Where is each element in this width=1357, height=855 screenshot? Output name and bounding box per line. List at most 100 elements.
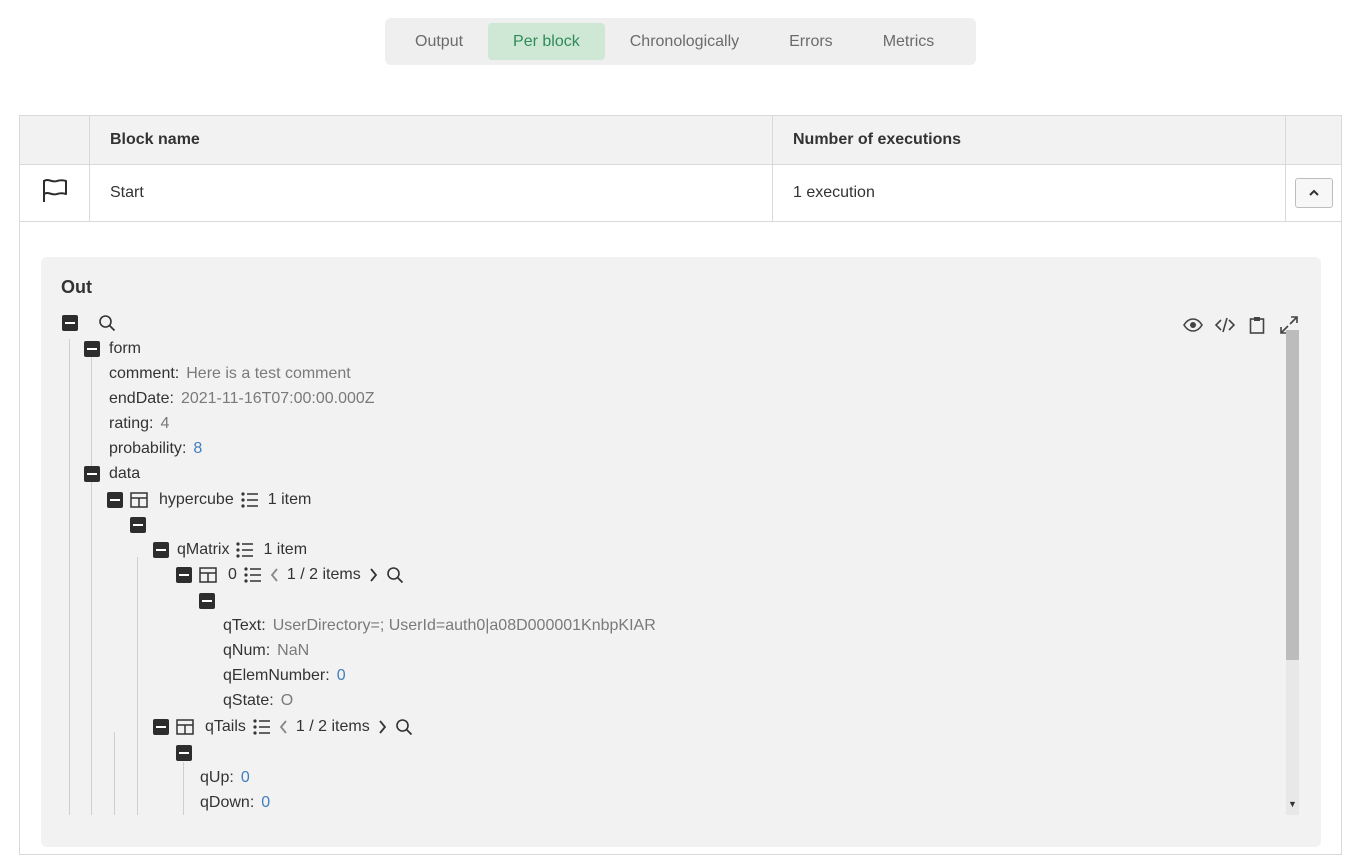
entry-key: probability [109,440,182,457]
list-icon[interactable] [244,567,262,583]
pager-label: 1 / 2 items [286,566,361,583]
tree-node-hypercube-0 [130,515,146,535]
row-executions: 1 execution [773,165,1286,221]
table-icon[interactable] [176,719,194,735]
chevron-up-icon [1308,184,1319,202]
entry-key: qState [223,692,270,709]
tree-node-data: data [84,464,140,484]
tree-entry-qdown: qDown: 0 [200,794,271,811]
list-icon[interactable] [253,719,271,735]
collapse-toggle-qtails[interactable] [153,719,169,735]
output-panel: Out form comment: Here is a test commen… [41,257,1321,847]
table-icon[interactable] [199,567,217,583]
tree-entry-comment: comment: Here is a test comment [109,365,351,382]
list-icon[interactable] [236,542,254,558]
tree-entry-qnum: qNum: NaN [223,642,310,659]
json-tree: form comment: Here is a test comment end… [41,257,1281,815]
tree-node-qmatrix-0-0 [199,591,215,611]
collapse-toggle-qmatrix-0-0[interactable] [199,593,215,609]
tree-node-hypercube: hypercube 1 item [107,490,311,510]
tree-entry-probability: probability: 8 [109,440,203,457]
entry-value: 8 [193,440,203,457]
entry-value: 0 [336,667,346,684]
tab-per-block[interactable]: Per block [488,23,605,60]
tree-node-qtails-0 [176,743,192,763]
chevron-right-icon[interactable] [378,720,387,734]
tree-node-form: form [84,339,141,359]
entry-key: qElemNumber [223,667,326,684]
header-executions: Number of executions [773,116,1286,164]
scrollbar-thumb[interactable] [1286,330,1299,660]
collapse-row-button[interactable] [1294,178,1333,208]
tree-entry-enddate: endDate: 2021-11-16T07:00:00.000Z [109,390,375,407]
entry-key: rating [109,415,150,432]
tree-entry-qtext: qText: UserDirectory=; UserId=auth0|a08D… [223,617,656,634]
entry-value: 4 [160,415,170,432]
tab-errors[interactable]: Errors [764,23,858,60]
tree-entry-rating: rating: 4 [109,415,170,432]
item-count: 1 item [267,491,312,508]
entry-key: qDown [200,794,250,811]
chevron-left-icon[interactable] [270,568,279,582]
row-detail: Out form comment: Here is a test commen… [20,222,1341,854]
tab-output[interactable]: Output [390,23,488,60]
tree-scrollbar[interactable] [1286,330,1299,815]
entry-value: 0 [240,769,250,786]
entry-value: NaN [277,642,310,659]
node-label: qTails [205,718,246,735]
tree-entry-qup: qUp: 0 [200,769,250,786]
node-label: form [109,340,141,357]
entry-key: qText [223,617,262,634]
scroll-down-arrow-icon[interactable]: ▼ [1288,799,1297,809]
node-label: data [109,465,141,482]
entry-value: 0 [261,794,271,811]
tab-metrics[interactable]: Metrics [858,23,960,60]
search-icon[interactable] [98,314,116,332]
search-icon[interactable] [386,566,404,584]
tree-node-qmatrix-0: 0 1 / 2 items [176,565,404,585]
collapse-toggle-qmatrix-0[interactable] [176,567,192,583]
entry-value: UserDirectory=; UserId=auth0|a08D000001K… [272,617,656,634]
collapse-toggle-qmatrix[interactable] [153,542,169,558]
flag-icon [41,177,69,210]
header-block-name: Block name [90,116,773,164]
row-icon-cell [20,165,90,221]
tree-node-qmatrix: qMatrix 1 item [153,540,307,560]
table-row[interactable]: Start 1 execution [20,165,1341,222]
chevron-left-icon[interactable] [279,720,288,734]
root-node [62,313,116,333]
node-label: hypercube [159,491,234,508]
header-action-cell [1286,116,1341,164]
collapse-toggle-root[interactable] [62,315,78,331]
collapse-toggle-hypercube[interactable] [107,492,123,508]
entry-key: qNum [223,642,266,659]
collapse-toggle-hypercube-item[interactable] [130,517,146,533]
row-action-cell [1286,165,1341,221]
entry-key: endDate [109,390,170,407]
tree-node-qtails: qTails 1 / 2 items [153,717,413,737]
entry-value: 2021-11-16T07:00:00.000Z [180,390,375,407]
chevron-right-icon[interactable] [369,568,378,582]
item-count: 1 item [263,541,308,558]
collapse-toggle-data[interactable] [84,466,100,482]
row-block-name: Start [90,165,773,221]
collapse-toggle-form[interactable] [84,341,100,357]
node-label: 0 [228,566,237,583]
entry-value: O [280,692,294,709]
entry-value: Here is a test comment [186,365,351,382]
tab-chronologically[interactable]: Chronologically [605,23,764,60]
blocks-table: Block name Number of executions Start 1 … [19,115,1342,855]
search-icon[interactable] [395,718,413,736]
node-label: qMatrix [177,541,230,558]
pager-label: 1 / 2 items [295,718,370,735]
collapse-toggle-qtails-0[interactable] [176,745,192,761]
view-tabs: Output Per block Chronologically Errors … [385,18,976,65]
table-icon[interactable] [130,492,148,508]
list-icon[interactable] [241,492,259,508]
entry-key: qUp [200,769,230,786]
tree-entry-qstate: qState: O [223,692,294,709]
header-icon-cell [20,116,90,164]
entry-key: comment [109,365,175,382]
tree-entry-qelemnumber: qElemNumber: 0 [223,667,346,684]
table-header: Block name Number of executions [20,116,1341,165]
